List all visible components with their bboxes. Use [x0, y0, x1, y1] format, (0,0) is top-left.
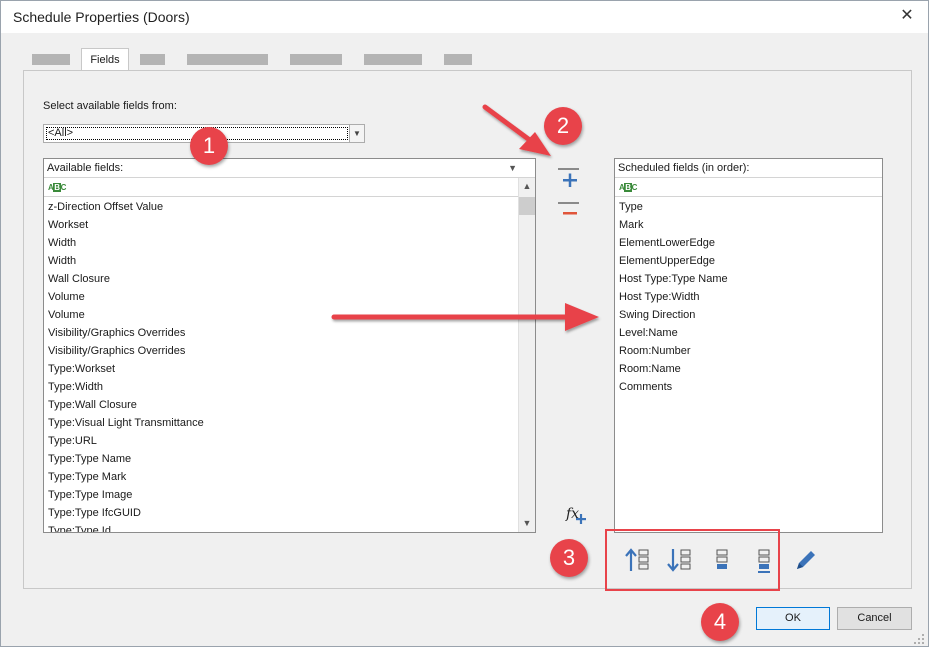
- edit-parameter-button[interactable]: [791, 545, 821, 575]
- list-item[interactable]: Workset: [48, 216, 88, 234]
- available-fields-header-label: Available fields:: [47, 162, 124, 174]
- pencil-icon: [797, 551, 815, 569]
- abc-filter-icon: ABC: [619, 183, 637, 192]
- annotation-badge-1: 1: [190, 127, 228, 165]
- list-item[interactable]: z-Direction Offset Value: [48, 198, 163, 216]
- add-calculated-parameter-button[interactable]: fx: [565, 503, 591, 527]
- list-item[interactable]: Room:Number: [619, 342, 691, 360]
- available-filter-row[interactable]: ABC: [44, 178, 535, 197]
- dropdown-arrow-icon[interactable]: ▼: [508, 159, 517, 178]
- list-item[interactable]: Comments: [619, 378, 672, 396]
- list-item[interactable]: Width: [48, 252, 76, 270]
- list-item[interactable]: Volume: [48, 306, 85, 324]
- add-parameter-icon: [558, 168, 579, 187]
- add-parameter-button[interactable]: [556, 165, 582, 191]
- cancel-button[interactable]: Cancel: [837, 607, 912, 630]
- list-item[interactable]: Volume: [48, 288, 85, 306]
- list-item[interactable]: Type:Wall Closure: [48, 396, 137, 414]
- tab-redacted-3[interactable]: [187, 54, 268, 65]
- chevron-down-icon[interactable]: ▼: [349, 125, 364, 142]
- scrollbar[interactable]: ▲ ▼: [518, 178, 535, 532]
- list-item[interactable]: Host Type:Width: [619, 288, 700, 306]
- annotation-badge-3: 3: [550, 539, 588, 577]
- scroll-down-icon[interactable]: ▼: [519, 515, 535, 532]
- list-item[interactable]: ElementLowerEdge: [619, 234, 715, 252]
- list-item[interactable]: Type:Width: [48, 378, 103, 396]
- annotation-badge-4: 4: [701, 603, 739, 641]
- select-fields-label: Select available fields from:: [43, 100, 177, 112]
- list-item[interactable]: Room:Name: [619, 360, 681, 378]
- list-item[interactable]: Width: [48, 234, 76, 252]
- scheduled-filter-row[interactable]: ABC: [615, 178, 882, 197]
- list-item[interactable]: Type:Type Image: [48, 486, 132, 504]
- list-item[interactable]: Type:Type IfcGUID: [48, 504, 141, 522]
- available-fields-list[interactable]: Available fields: ▼ ABC z-Direction Offs…: [43, 158, 536, 533]
- scroll-up-icon[interactable]: ▲: [519, 178, 535, 195]
- tab-redacted-2[interactable]: [140, 54, 165, 65]
- scheduled-fields-list[interactable]: Scheduled fields (in order): ABC Type Mar…: [614, 158, 883, 533]
- tab-redacted-5[interactable]: [364, 54, 422, 65]
- list-item[interactable]: Host Type:Type Name: [619, 270, 728, 288]
- list-item[interactable]: Visibility/Graphics Overrides: [48, 324, 185, 342]
- list-item[interactable]: Level:Name: [619, 324, 678, 342]
- list-item[interactable]: Type:Visual Light Transmittance: [48, 414, 204, 432]
- list-item[interactable]: Swing Direction: [619, 306, 695, 324]
- annotation-badge-2: 2: [544, 107, 582, 145]
- list-item[interactable]: Visibility/Graphics Overrides: [48, 342, 185, 360]
- scheduled-fields-header: Scheduled fields (in order):: [615, 159, 882, 178]
- list-item[interactable]: Mark: [619, 216, 643, 234]
- tab-redacted-4[interactable]: [290, 54, 342, 65]
- remove-parameter-icon: [558, 202, 579, 215]
- list-item[interactable]: Type:Workset: [48, 360, 115, 378]
- list-item[interactable]: Type:Type Name: [48, 450, 131, 468]
- available-fields-header: Available fields: ▼: [44, 159, 535, 178]
- abc-filter-icon: ABC: [48, 183, 66, 192]
- tab-redacted-1[interactable]: [32, 54, 70, 65]
- schedule-properties-dialog: Schedule Properties (Doors) ✕ Fields Sel…: [0, 0, 929, 647]
- fx-add-icon: fx: [565, 506, 586, 524]
- tab-redacted-6[interactable]: [444, 54, 472, 65]
- scheduled-fields-header-label: Scheduled fields (in order):: [618, 162, 750, 174]
- tab-fields[interactable]: Fields: [81, 48, 129, 71]
- remove-parameter-button[interactable]: [556, 199, 582, 221]
- annotation-box-reorder-tools: [605, 529, 780, 591]
- title-bar: Schedule Properties (Doors) ✕: [1, 1, 928, 33]
- list-item[interactable]: Type:URL: [48, 432, 97, 450]
- list-item[interactable]: Type:Type Mark: [48, 468, 126, 486]
- list-item[interactable]: Type:Type Id: [48, 522, 111, 532]
- ok-button[interactable]: OK: [756, 607, 830, 630]
- list-item[interactable]: Type: [619, 198, 643, 216]
- list-item[interactable]: ElementUpperEdge: [619, 252, 715, 270]
- close-icon[interactable]: ✕: [897, 6, 917, 26]
- scroll-thumb[interactable]: [519, 197, 535, 215]
- resize-grip-icon[interactable]: [913, 633, 925, 645]
- window-title: Schedule Properties (Doors): [13, 9, 190, 25]
- list-item[interactable]: Wall Closure: [48, 270, 110, 288]
